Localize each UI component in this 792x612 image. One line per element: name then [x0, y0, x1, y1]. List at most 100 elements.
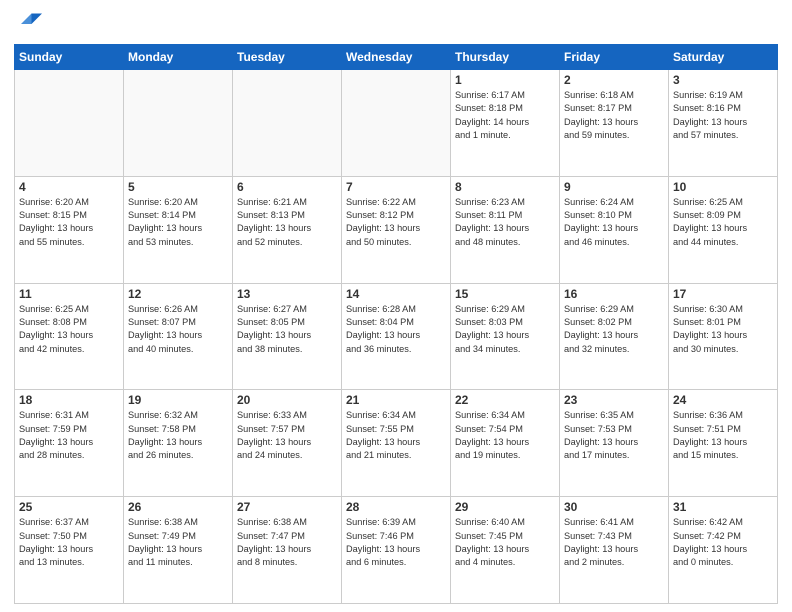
day-info: Sunrise: 6:41 AM Sunset: 7:43 PM Dayligh… — [564, 516, 664, 569]
day-info: Sunrise: 6:17 AM Sunset: 8:18 PM Dayligh… — [455, 89, 555, 142]
day-info: Sunrise: 6:20 AM Sunset: 8:15 PM Dayligh… — [19, 196, 119, 249]
day-number: 23 — [564, 393, 664, 407]
weekday-header-saturday: Saturday — [669, 45, 778, 70]
day-number: 10 — [673, 180, 773, 194]
day-number: 22 — [455, 393, 555, 407]
day-info: Sunrise: 6:21 AM Sunset: 8:13 PM Dayligh… — [237, 196, 337, 249]
day-cell: 13 Sunrise: 6:27 AM Sunset: 8:05 PM Dayli… — [233, 283, 342, 390]
day-cell: 21 Sunrise: 6:34 AM Sunset: 7:55 PM Dayli… — [342, 390, 451, 497]
day-info: Sunrise: 6:31 AM Sunset: 7:59 PM Dayligh… — [19, 409, 119, 462]
day-cell: 9 Sunrise: 6:24 AM Sunset: 8:10 PM Daylig… — [560, 176, 669, 283]
day-info: Sunrise: 6:39 AM Sunset: 7:46 PM Dayligh… — [346, 516, 446, 569]
day-cell — [342, 70, 451, 177]
day-info: Sunrise: 6:40 AM Sunset: 7:45 PM Dayligh… — [455, 516, 555, 569]
day-info: Sunrise: 6:29 AM Sunset: 8:03 PM Dayligh… — [455, 303, 555, 356]
day-number: 24 — [673, 393, 773, 407]
calendar-table: SundayMondayTuesdayWednesdayThursdayFrid… — [14, 44, 778, 604]
day-info: Sunrise: 6:36 AM Sunset: 7:51 PM Dayligh… — [673, 409, 773, 462]
day-cell: 16Sunrise: 6:29 AM Sunset: 8:02 PM Dayli… — [560, 283, 669, 390]
day-cell: 28 Sunrise: 6:39 AM Sunset: 7:46 PM Dayli… — [342, 497, 451, 604]
day-cell: 26 Sunrise: 6:38 AM Sunset: 7:49 PM Dayli… — [124, 497, 233, 604]
day-info: Sunrise: 6:34 AM Sunset: 7:55 PM Dayligh… — [346, 409, 446, 462]
day-info: Sunrise: 6:38 AM Sunset: 7:49 PM Dayligh… — [128, 516, 228, 569]
day-info: Sunrise: 6:33 AM Sunset: 7:57 PM Dayligh… — [237, 409, 337, 462]
day-info: Sunrise: 6:22 AM Sunset: 8:12 PM Dayligh… — [346, 196, 446, 249]
day-number: 27 — [237, 500, 337, 514]
day-info: Sunrise: 6:30 AM Sunset: 8:01 PM Dayligh… — [673, 303, 773, 356]
weekday-header-row: SundayMondayTuesdayWednesdayThursdayFrid… — [15, 45, 778, 70]
day-cell — [124, 70, 233, 177]
day-info: Sunrise: 6:35 AM Sunset: 7:53 PM Dayligh… — [564, 409, 664, 462]
day-cell: 15 Sunrise: 6:29 AM Sunset: 8:03 PM Dayli… — [451, 283, 560, 390]
week-row-2: 4Sunrise: 6:20 AM Sunset: 8:15 PM Daylig… — [15, 176, 778, 283]
weekday-header-sunday: Sunday — [15, 45, 124, 70]
day-cell: 12Sunrise: 6:26 AM Sunset: 8:07 PM Dayli… — [124, 283, 233, 390]
day-number: 31 — [673, 500, 773, 514]
day-cell: 27 Sunrise: 6:38 AM Sunset: 7:47 PM Dayli… — [233, 497, 342, 604]
week-row-4: 18Sunrise: 6:31 AM Sunset: 7:59 PM Dayli… — [15, 390, 778, 497]
day-number: 1 — [455, 73, 555, 87]
day-cell: 3Sunrise: 6:19 AM Sunset: 8:16 PM Daylig… — [669, 70, 778, 177]
weekday-header-tuesday: Tuesday — [233, 45, 342, 70]
day-cell: 14 Sunrise: 6:28 AM Sunset: 8:04 PM Dayli… — [342, 283, 451, 390]
day-info: Sunrise: 6:19 AM Sunset: 8:16 PM Dayligh… — [673, 89, 773, 142]
day-number: 5 — [128, 180, 228, 194]
day-cell: 19Sunrise: 6:32 AM Sunset: 7:58 PM Dayli… — [124, 390, 233, 497]
day-info: Sunrise: 6:27 AM Sunset: 8:05 PM Dayligh… — [237, 303, 337, 356]
day-cell: 25 Sunrise: 6:37 AM Sunset: 7:50 PM Dayli… — [15, 497, 124, 604]
day-info: Sunrise: 6:28 AM Sunset: 8:04 PM Dayligh… — [346, 303, 446, 356]
day-cell: 8 Sunrise: 6:23 AM Sunset: 8:11 PM Daylig… — [451, 176, 560, 283]
day-cell: 31 Sunrise: 6:42 AM Sunset: 7:42 PM Dayli… — [669, 497, 778, 604]
day-cell: 29 Sunrise: 6:40 AM Sunset: 7:45 PM Dayli… — [451, 497, 560, 604]
day-cell: 10 Sunrise: 6:25 AM Sunset: 8:09 PM Dayli… — [669, 176, 778, 283]
day-cell: 18Sunrise: 6:31 AM Sunset: 7:59 PM Dayli… — [15, 390, 124, 497]
day-cell: 23 Sunrise: 6:35 AM Sunset: 7:53 PM Dayli… — [560, 390, 669, 497]
day-info: Sunrise: 6:34 AM Sunset: 7:54 PM Dayligh… — [455, 409, 555, 462]
day-cell: 17 Sunrise: 6:30 AM Sunset: 8:01 PM Dayli… — [669, 283, 778, 390]
day-cell: 1 Sunrise: 6:17 AM Sunset: 8:18 PM Daylig… — [451, 70, 560, 177]
day-info: Sunrise: 6:18 AM Sunset: 8:17 PM Dayligh… — [564, 89, 664, 142]
day-cell — [233, 70, 342, 177]
day-number: 13 — [237, 287, 337, 301]
day-cell: 30 Sunrise: 6:41 AM Sunset: 7:43 PM Dayli… — [560, 497, 669, 604]
day-number: 26 — [128, 500, 228, 514]
day-number: 8 — [455, 180, 555, 194]
day-number: 25 — [19, 500, 119, 514]
day-cell: 22 Sunrise: 6:34 AM Sunset: 7:54 PM Dayli… — [451, 390, 560, 497]
day-number: 17 — [673, 287, 773, 301]
day-info: Sunrise: 6:32 AM Sunset: 7:58 PM Dayligh… — [128, 409, 228, 462]
day-cell: 20 Sunrise: 6:33 AM Sunset: 7:57 PM Dayli… — [233, 390, 342, 497]
day-number: 9 — [564, 180, 664, 194]
logo — [14, 10, 44, 38]
day-number: 30 — [564, 500, 664, 514]
day-info: Sunrise: 6:24 AM Sunset: 8:10 PM Dayligh… — [564, 196, 664, 249]
day-info: Sunrise: 6:25 AM Sunset: 8:09 PM Dayligh… — [673, 196, 773, 249]
day-info: Sunrise: 6:29 AM Sunset: 8:02 PM Dayligh… — [564, 303, 664, 356]
day-number: 21 — [346, 393, 446, 407]
week-row-5: 25 Sunrise: 6:37 AM Sunset: 7:50 PM Dayli… — [15, 497, 778, 604]
week-row-3: 11Sunrise: 6:25 AM Sunset: 8:08 PM Dayli… — [15, 283, 778, 390]
weekday-header-monday: Monday — [124, 45, 233, 70]
day-number: 29 — [455, 500, 555, 514]
day-number: 12 — [128, 287, 228, 301]
day-info: Sunrise: 6:42 AM Sunset: 7:42 PM Dayligh… — [673, 516, 773, 569]
day-cell: 7Sunrise: 6:22 AM Sunset: 8:12 PM Daylig… — [342, 176, 451, 283]
day-cell: 2 Sunrise: 6:18 AM Sunset: 8:17 PM Daylig… — [560, 70, 669, 177]
day-cell — [15, 70, 124, 177]
header — [14, 10, 778, 38]
weekday-header-wednesday: Wednesday — [342, 45, 451, 70]
day-info: Sunrise: 6:38 AM Sunset: 7:47 PM Dayligh… — [237, 516, 337, 569]
day-cell: 24 Sunrise: 6:36 AM Sunset: 7:51 PM Dayli… — [669, 390, 778, 497]
day-number: 14 — [346, 287, 446, 301]
logo-icon — [14, 10, 42, 38]
day-cell: 6Sunrise: 6:21 AM Sunset: 8:13 PM Daylig… — [233, 176, 342, 283]
day-number: 20 — [237, 393, 337, 407]
day-cell: 5 Sunrise: 6:20 AM Sunset: 8:14 PM Daylig… — [124, 176, 233, 283]
day-number: 28 — [346, 500, 446, 514]
day-info: Sunrise: 6:20 AM Sunset: 8:14 PM Dayligh… — [128, 196, 228, 249]
day-number: 2 — [564, 73, 664, 87]
weekday-header-friday: Friday — [560, 45, 669, 70]
day-info: Sunrise: 6:37 AM Sunset: 7:50 PM Dayligh… — [19, 516, 119, 569]
day-info: Sunrise: 6:23 AM Sunset: 8:11 PM Dayligh… — [455, 196, 555, 249]
day-number: 15 — [455, 287, 555, 301]
